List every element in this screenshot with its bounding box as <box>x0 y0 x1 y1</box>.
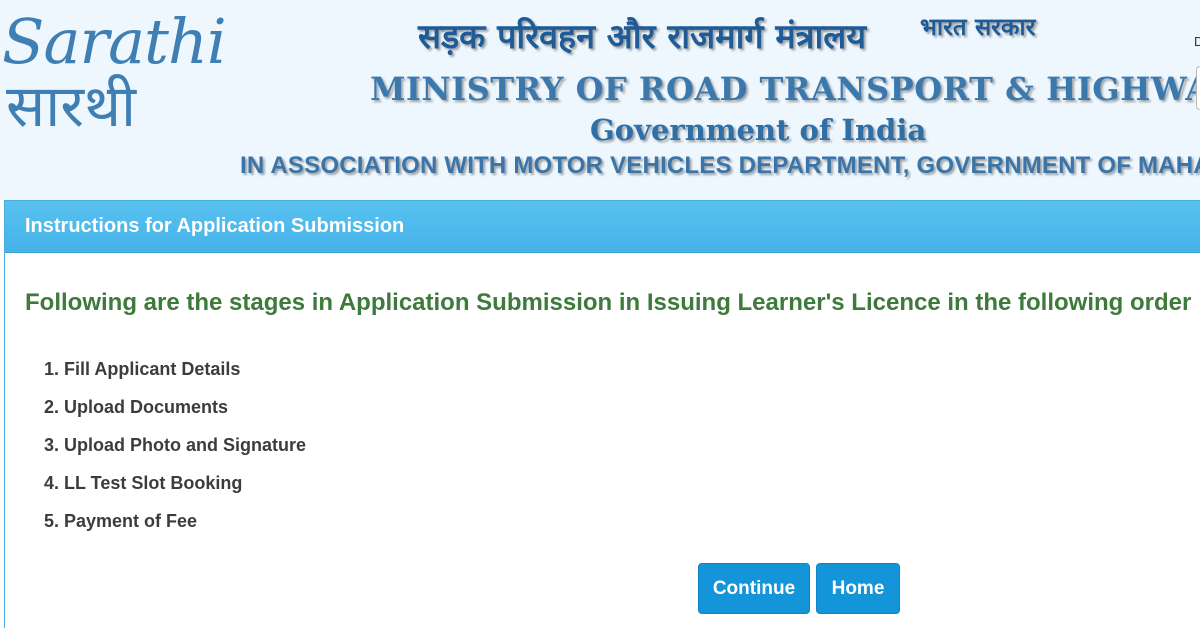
stage-item: 2. Upload Documents <box>44 397 229 417</box>
government-of-india: Government of India <box>590 113 927 147</box>
logo-latin-text: Sarathi <box>2 5 227 78</box>
ministry-title-hindi: सड़क परिवहन और राजमार्ग मंत्रालय <box>418 17 867 57</box>
cut-off-label: D <box>1194 34 1200 49</box>
cut-off-select[interactable] <box>1196 66 1200 110</box>
association-line: IN ASSOCIATION WITH MOTOR VEHICLES DEPAR… <box>240 152 1200 179</box>
stage-item: 5. Payment of Fee <box>44 511 198 531</box>
stage-item: 4. LL Test Slot Booking <box>44 473 243 493</box>
stage-item: 1. Fill Applicant Details <box>44 359 241 379</box>
stages-heading: Following are the stages in Application … <box>25 289 1192 316</box>
page: Sarathi सारथी सड़क परिवहन और राजमार्ग मं… <box>0 0 1200 628</box>
sarathi-logo: Sarathi सारथी <box>0 6 227 146</box>
continue-button[interactable]: Continue <box>698 563 810 614</box>
government-hindi: भारत सरकार <box>920 13 1036 41</box>
site-header: Sarathi सारथी सड़क परिवहन और राजमार्ग मं… <box>0 0 1200 200</box>
stage-item: 3. Upload Photo and Signature <box>44 435 307 455</box>
ministry-title: MINISTRY OF ROAD TRANSPORT & HIGHWAYS <box>370 70 1200 108</box>
home-button[interactable]: Home <box>816 563 900 614</box>
stages-list: 1. Fill Applicant Details 2. Upload Docu… <box>44 357 306 547</box>
panel-title: Instructions for Application Submission <box>25 215 405 237</box>
instructions-panel: Instructions for Application Submission … <box>4 200 1200 628</box>
panel-header: Instructions for Application Submission <box>5 201 1200 253</box>
logo-devanagari-text: सारथी <box>6 72 137 140</box>
